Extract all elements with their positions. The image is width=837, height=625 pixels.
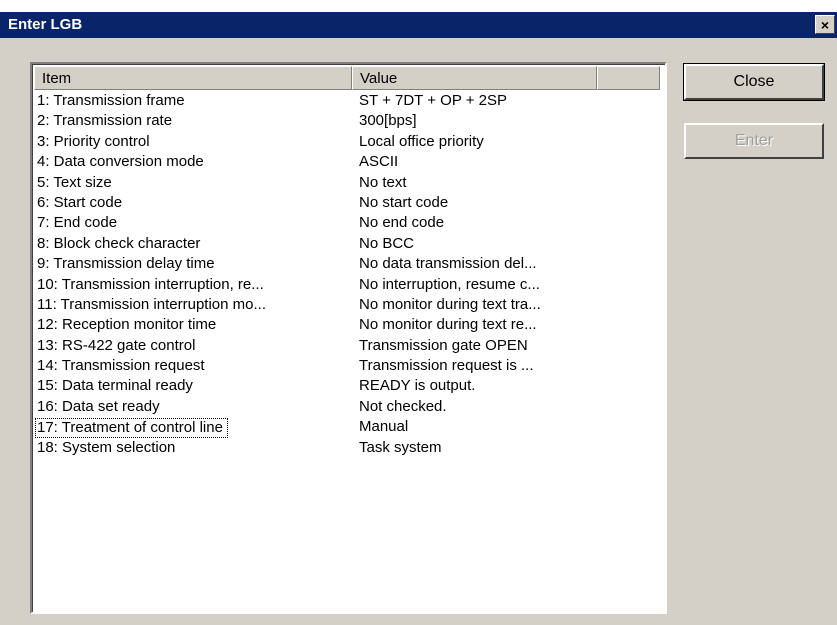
list-row[interactable]: 18: System selection Task system <box>34 439 665 459</box>
enter-lgb-dialog: Enter LGB × Item Value 1: Transmission f… <box>0 12 837 625</box>
list-row[interactable]: 3: Priority control Local office priorit… <box>34 133 665 153</box>
list-row[interactable]: 2: Transmission rate 300[bps] <box>34 112 665 132</box>
row-item: 17: Treatment of control line <box>34 418 352 439</box>
row-value: Task system <box>359 438 442 456</box>
row-value: Transmission gate OPEN <box>359 336 528 354</box>
list-row[interactable]: 6: Start code No start code <box>34 194 665 214</box>
list-row[interactable]: 12: Reception monitor time No monitor du… <box>34 316 665 336</box>
row-item: 2: Transmission rate <box>37 112 173 130</box>
row-value: Local office priority <box>359 132 484 150</box>
list-row[interactable]: 11: Transmission interruption mo... No m… <box>34 296 665 316</box>
row-value: No data transmission del... <box>359 255 537 273</box>
list-row[interactable]: 4: Data conversion mode ASCII <box>34 153 665 173</box>
row-value: No interruption, resume c... <box>359 275 540 293</box>
row-value: 300[bps] <box>359 112 417 130</box>
row-item: 15: Data terminal ready <box>37 377 193 395</box>
row-item: 9: Transmission delay time <box>37 255 215 273</box>
list-row[interactable]: 16: Data set ready Not checked. <box>34 398 665 418</box>
close-button[interactable]: Close <box>684 64 824 100</box>
focused-row-item: 17: Treatment of control line <box>35 418 228 439</box>
row-item: 4: Data conversion mode <box>37 153 204 171</box>
list-row[interactable]: 8: Block check character No BCC <box>34 235 665 255</box>
row-value: READY is output. <box>359 377 476 395</box>
row-item: 18: System selection <box>37 438 176 456</box>
row-value: No monitor during text tra... <box>359 295 541 313</box>
window-title: Enter LGB <box>8 16 83 33</box>
row-item: 13: RS-422 gate control <box>37 336 196 354</box>
list-row[interactable]: 15: Data terminal ready READY is output. <box>34 377 665 397</box>
list-row[interactable]: 1: Transmission frame ST + 7DT + OP + 2S… <box>34 92 665 112</box>
row-item: 1: Transmission frame <box>37 92 185 109</box>
row-item: 11: Transmission interruption mo... <box>37 295 266 313</box>
row-value: ST + 7DT + OP + 2SP <box>359 92 508 109</box>
title-bar[interactable]: Enter LGB × <box>0 12 837 38</box>
enter-button[interactable]: Enter <box>684 123 824 159</box>
row-value: No monitor during text re... <box>359 316 537 334</box>
column-header-filler <box>597 66 660 90</box>
row-item: 16: Data set ready <box>37 397 160 415</box>
row-item: 3: Priority control <box>37 132 150 150</box>
list-row[interactable]: 13: RS-422 gate control Transmission gat… <box>34 337 665 357</box>
close-icon[interactable]: × <box>815 15 835 34</box>
row-value: Transmission request is ... <box>359 357 534 375</box>
row-value: No start code <box>359 193 449 211</box>
row-value: No text <box>359 173 407 191</box>
list-row[interactable]: 7: End code No end code <box>34 214 665 234</box>
row-value: Manual <box>359 418 409 436</box>
list-row[interactable]: 10: Transmission interruption, re... No … <box>34 276 665 296</box>
list-row[interactable]: 5: Text size No text <box>34 174 665 194</box>
row-item: 10: Transmission interruption, re... <box>37 275 264 293</box>
list-row[interactable]: 9: Transmission delay time No data trans… <box>34 255 665 275</box>
list-row-focused[interactable]: 17: Treatment of control line Manual <box>34 418 665 439</box>
row-item: 5: Text size <box>37 173 112 191</box>
row-value: Not checked. <box>359 397 447 415</box>
row-value: No end code <box>359 214 445 232</box>
row-value: No BCC <box>359 234 415 252</box>
row-item: 8: Block check character <box>37 234 201 252</box>
row-value: ASCII <box>359 153 399 171</box>
settings-list[interactable]: Item Value 1: Transmission frame ST + 7D… <box>30 62 667 614</box>
column-header-value[interactable]: Value <box>352 66 597 90</box>
list-row[interactable]: 14: Transmission request Transmission re… <box>34 357 665 377</box>
row-item: 7: End code <box>37 214 118 232</box>
row-item: 14: Transmission request <box>37 357 205 375</box>
row-item: 12: Reception monitor time <box>37 316 217 334</box>
list-rows: 1: Transmission frame ST + 7DT + OP + 2S… <box>34 92 665 459</box>
list-header: Item Value <box>34 66 665 90</box>
column-header-item[interactable]: Item <box>34 66 352 90</box>
row-item: 6: Start code <box>37 193 123 211</box>
